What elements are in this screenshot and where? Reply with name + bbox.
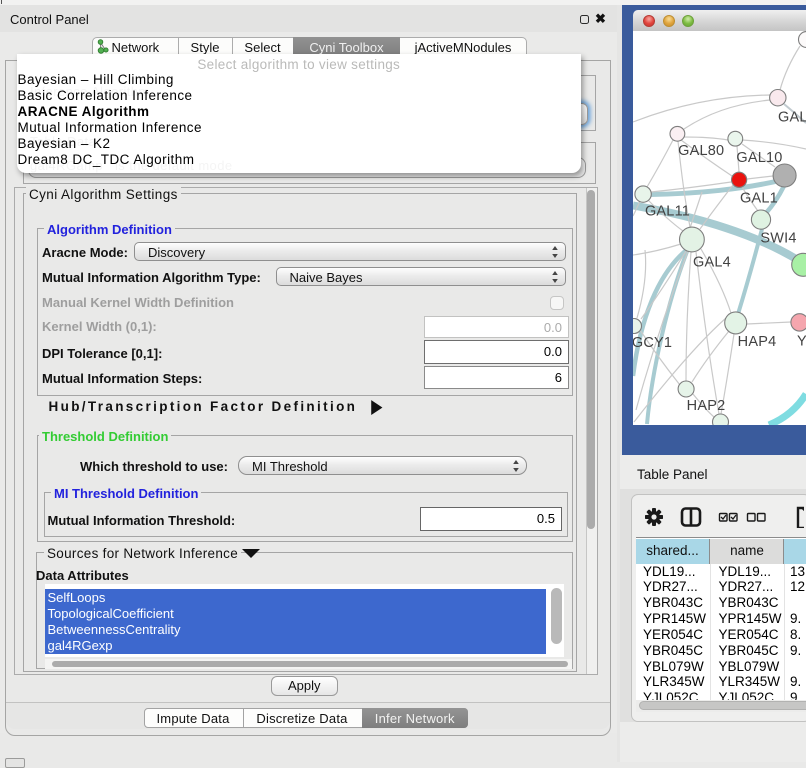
svg-text:GCY1: GCY1 [633,335,672,351]
svg-text:GAL7: GAL7 [778,110,806,126]
svg-text:HAP4: HAP4 [738,334,777,350]
svg-text:GAL80: GAL80 [678,143,724,159]
svg-text:SWI4: SWI4 [760,231,796,247]
svg-text:YM: YM [797,334,806,350]
svg-text:GAL10: GAL10 [736,150,782,166]
svg-text:GAL1: GAL1 [740,190,778,206]
svg-text:GAL11: GAL11 [645,204,690,220]
svg-text:GAL4: GAL4 [693,255,731,271]
svg-text:HAP2: HAP2 [687,398,726,414]
